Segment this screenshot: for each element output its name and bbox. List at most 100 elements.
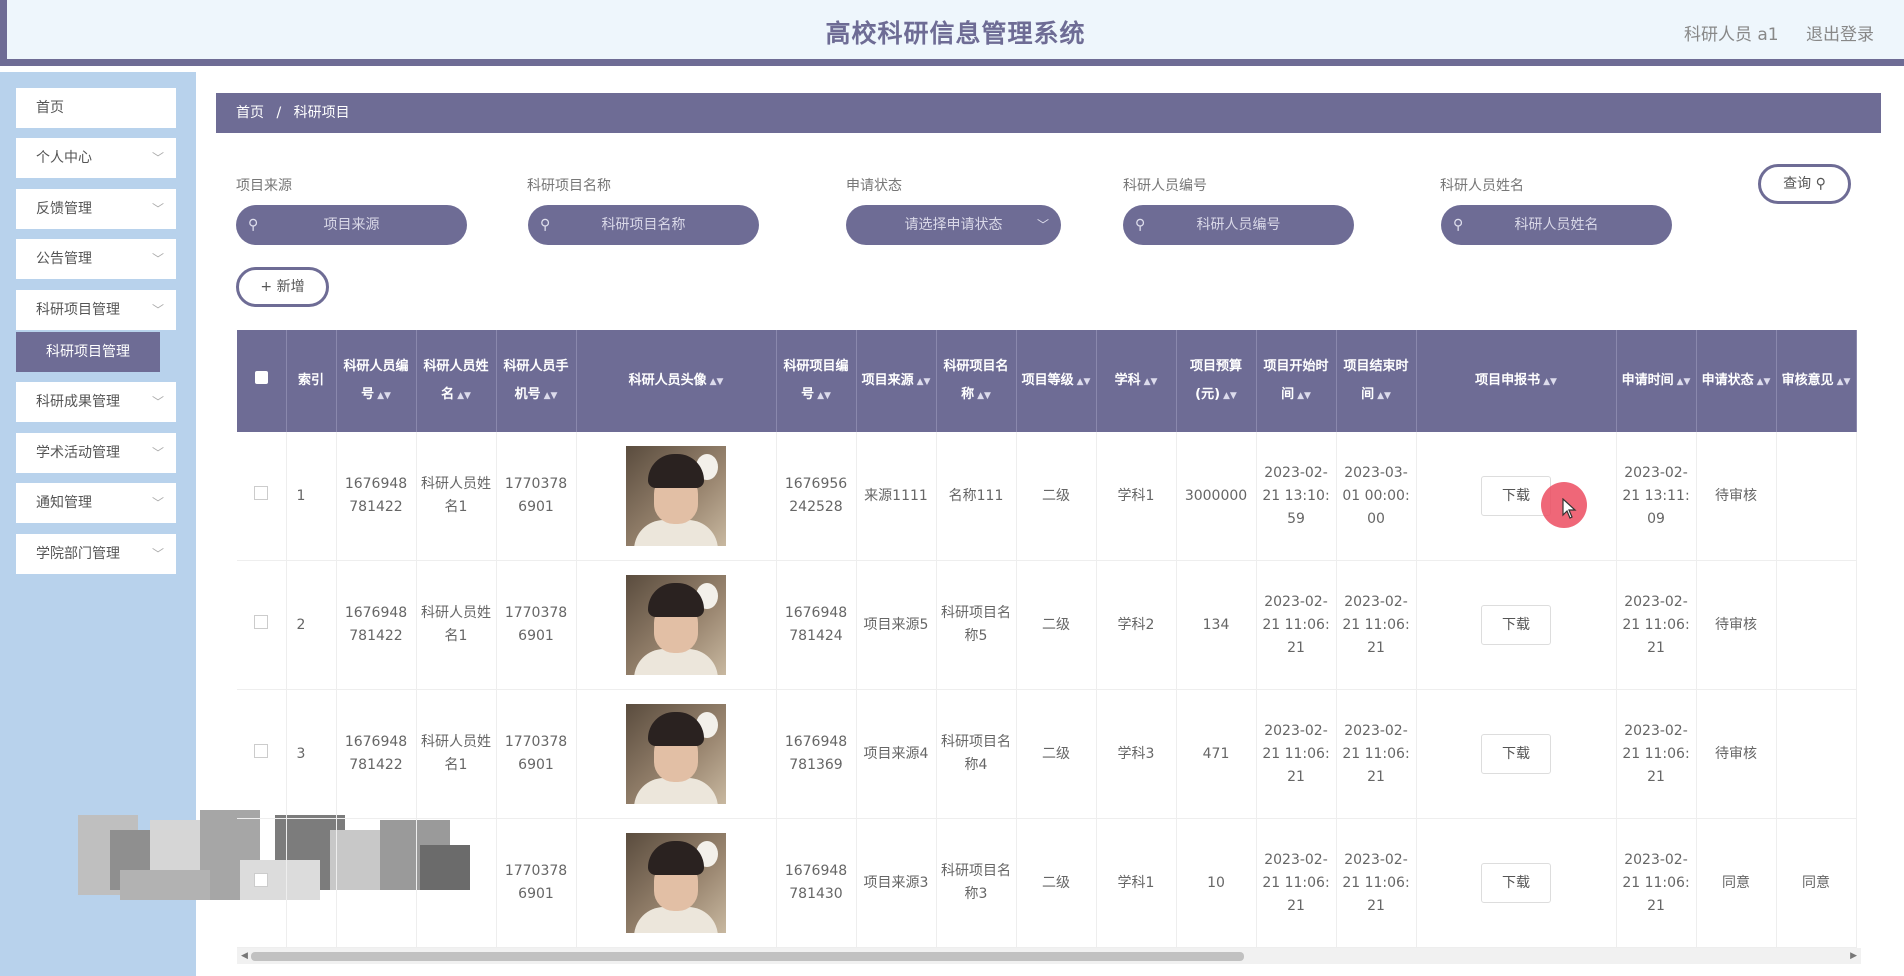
cell-staff-name — [416, 818, 497, 948]
cell-index — [286, 818, 337, 948]
chevron-down-icon: ﹀ — [151, 151, 164, 165]
column-header-staff-name[interactable]: 科研人员姓名 ▲▼ — [416, 330, 497, 432]
project-name-input[interactable]: ⚲ 科研项目名称 — [528, 205, 759, 245]
column-header-project-no[interactable]: 科研项目编号 ▲▼ — [776, 330, 857, 432]
sort-icon: ▲▼ — [1676, 376, 1691, 387]
cell-end: 2023-02-21 11:06:21 — [1336, 560, 1417, 690]
sidebar-item-academic-activities[interactable]: 学术活动管理 ﹀ — [16, 433, 176, 473]
staff-name-input[interactable]: ⚲ 科研人员姓名 — [1441, 205, 1672, 245]
sidebar-item-research-projects[interactable]: 科研项目管理 ﹀ — [16, 290, 176, 330]
scrollbar-thumb[interactable] — [251, 952, 1244, 961]
avatar[interactable] — [626, 833, 726, 933]
source-input[interactable]: ⚲ 项目来源 — [236, 205, 467, 245]
column-header-review[interactable]: 审核意见 ▲▼ — [1776, 330, 1857, 432]
column-header-proposal[interactable]: 项目申报书 ▲▼ — [1416, 330, 1617, 432]
top-header: 高校科研信息管理系统 科研人员 a1 退出登录 — [0, 0, 1904, 66]
cell-avatar — [576, 432, 777, 561]
sidebar-item-research-results[interactable]: 科研成果管理 ﹀ — [16, 382, 176, 422]
sidebar-item-personal-center[interactable]: 个人中心 ﹀ — [16, 138, 176, 178]
cell-proposal: 下载 — [1416, 818, 1617, 948]
cell-end: 2023-02-21 11:06:21 — [1336, 689, 1417, 819]
cell-budget: 10 — [1176, 818, 1257, 948]
cell-subject: 学科2 — [1096, 560, 1177, 690]
staff-no-input[interactable]: ⚲ 科研人员编号 — [1123, 205, 1354, 245]
cell-apply-time: 2023-02-21 11:06:21 — [1616, 689, 1697, 819]
row-checkbox[interactable] — [237, 689, 287, 819]
download-button[interactable]: 下载 — [1481, 863, 1551, 903]
sidebar-item-announcements[interactable]: 公告管理 ﹀ — [16, 239, 176, 279]
download-button[interactable]: 下载 — [1481, 605, 1551, 645]
search-button[interactable]: 查询 ⚲ — [1758, 164, 1851, 204]
staff-name-placeholder: 科研人员姓名 — [1514, 217, 1599, 233]
column-header-subject[interactable]: 学科 ▲▼ — [1096, 330, 1177, 432]
mouse-cursor-icon — [1562, 498, 1577, 519]
column-header-apply-time[interactable]: 申请时间 ▲▼ — [1616, 330, 1697, 432]
download-button[interactable]: 下载 — [1481, 476, 1551, 516]
column-header-avatar[interactable]: 科研人员头像 ▲▼ — [576, 330, 777, 432]
chevron-down-icon: ﹀ — [151, 303, 164, 317]
select-all-checkbox[interactable] — [237, 330, 287, 432]
sidebar-item-departments[interactable]: 学院部门管理 ﹀ — [16, 534, 176, 574]
sort-icon: ▲▼ — [1377, 390, 1391, 401]
project-table: 索引 科研人员编号 ▲▼ 科研人员姓名 ▲▼ 科研人员手机号 ▲▼ 科研人员头像 ▲▼ … — [237, 330, 1861, 948]
column-header-status[interactable]: 申请状态 ▲▼ — [1696, 330, 1777, 432]
column-header-project-name[interactable]: 科研项目名称 ▲▼ — [936, 330, 1017, 432]
breadcrumb: 首页 / 科研项目 — [216, 93, 1881, 133]
row-checkbox[interactable] — [237, 432, 287, 561]
scroll-right-icon[interactable]: ▶ — [1850, 948, 1857, 964]
sidebar-subitem-research-projects[interactable]: 科研项目管理 — [16, 332, 160, 372]
column-header-phone[interactable]: 科研人员手机号 ▲▼ — [496, 330, 577, 432]
column-header-staff-no[interactable]: 科研人员编号 ▲▼ — [336, 330, 417, 432]
breadcrumb-home[interactable]: 首页 — [236, 105, 264, 121]
search-icon: ⚲ — [1453, 217, 1464, 233]
sidebar-item-feedback[interactable]: 反馈管理 ﹀ — [16, 189, 176, 229]
avatar[interactable] — [626, 704, 726, 804]
column-header-budget[interactable]: 项目预算(元) ▲▼ — [1176, 330, 1257, 432]
status-select[interactable]: 请选择申请状态 ﹀ — [846, 205, 1061, 245]
status-placeholder: 请选择申请状态 — [904, 217, 1003, 233]
logout-link[interactable]: 退出登录 — [1806, 25, 1874, 45]
sort-icon: ▲▼ — [1223, 390, 1237, 401]
column-header-level[interactable]: 项目等级 ▲▼ — [1016, 330, 1097, 432]
user-area: 科研人员 a1 退出登录 — [1662, 20, 1874, 45]
sort-icon: ▲▼ — [1143, 376, 1158, 387]
search-icon: ⚲ — [1135, 217, 1146, 233]
cell-avatar — [576, 560, 777, 690]
download-button[interactable]: 下载 — [1481, 734, 1551, 774]
cell-project-name: 科研项目名称4 — [936, 689, 1017, 819]
cell-end: 2023-03-01 00:00:00 — [1336, 432, 1417, 561]
column-header-end[interactable]: 项目结束时间 ▲▼ — [1336, 330, 1417, 432]
sidebar-item-label: 学院部门管理 — [36, 546, 120, 562]
horizontal-scrollbar[interactable]: ◀ ▶ — [237, 948, 1861, 964]
row-checkbox[interactable] — [237, 560, 287, 690]
cell-project-no: 1676948781369 — [776, 689, 857, 819]
sidebar-item-notifications[interactable]: 通知管理 ﹀ — [16, 483, 176, 523]
plus-icon: + — [260, 279, 277, 295]
avatar[interactable] — [626, 575, 726, 675]
sidebar-item-home[interactable]: 首页 — [16, 88, 176, 128]
cell-subject: 学科3 — [1096, 689, 1177, 819]
sort-icon: ▲▼ — [977, 390, 991, 401]
user-label[interactable]: 科研人员 a1 — [1684, 25, 1779, 45]
avatar[interactable] — [626, 446, 726, 546]
table-row: 1 1676948781422 科研人员姓名1 17703786901 1676… — [237, 432, 1857, 561]
cell-source: 项目来源4 — [856, 689, 937, 819]
cell-staff-name: 科研人员姓名1 — [416, 432, 497, 561]
cell-start: 2023-02-21 11:06:21 — [1256, 689, 1337, 819]
column-header-start[interactable]: 项目开始时间 ▲▼ — [1256, 330, 1337, 432]
source-placeholder: 项目来源 — [323, 217, 380, 233]
row-checkbox[interactable] — [237, 818, 287, 948]
cell-budget: 471 — [1176, 689, 1257, 819]
column-header-source[interactable]: 项目来源 ▲▼ — [856, 330, 937, 432]
sort-icon: ▲▼ — [916, 376, 931, 387]
table-row: 3 1676948781422 科研人员姓名1 17703786901 1676… — [237, 689, 1857, 819]
table: 索引 科研人员编号 ▲▼ 科研人员姓名 ▲▼ 科研人员手机号 ▲▼ 科研人员头像 ▲▼ … — [237, 330, 1857, 948]
chevron-down-icon: ﹀ — [151, 395, 164, 409]
cell-apply-time: 2023-02-21 11:06:21 — [1616, 818, 1697, 948]
add-button[interactable]: + 新增 — [236, 267, 329, 307]
scroll-left-icon[interactable]: ◀ — [241, 948, 248, 964]
table-row: 17703786901 1676948781430 项目来源3 科研项目名称3 … — [237, 818, 1857, 948]
filter-label-source: 项目来源 — [236, 178, 292, 194]
staff-no-placeholder: 科研人员编号 — [1196, 217, 1281, 233]
project-name-placeholder: 科研项目名称 — [601, 217, 686, 233]
